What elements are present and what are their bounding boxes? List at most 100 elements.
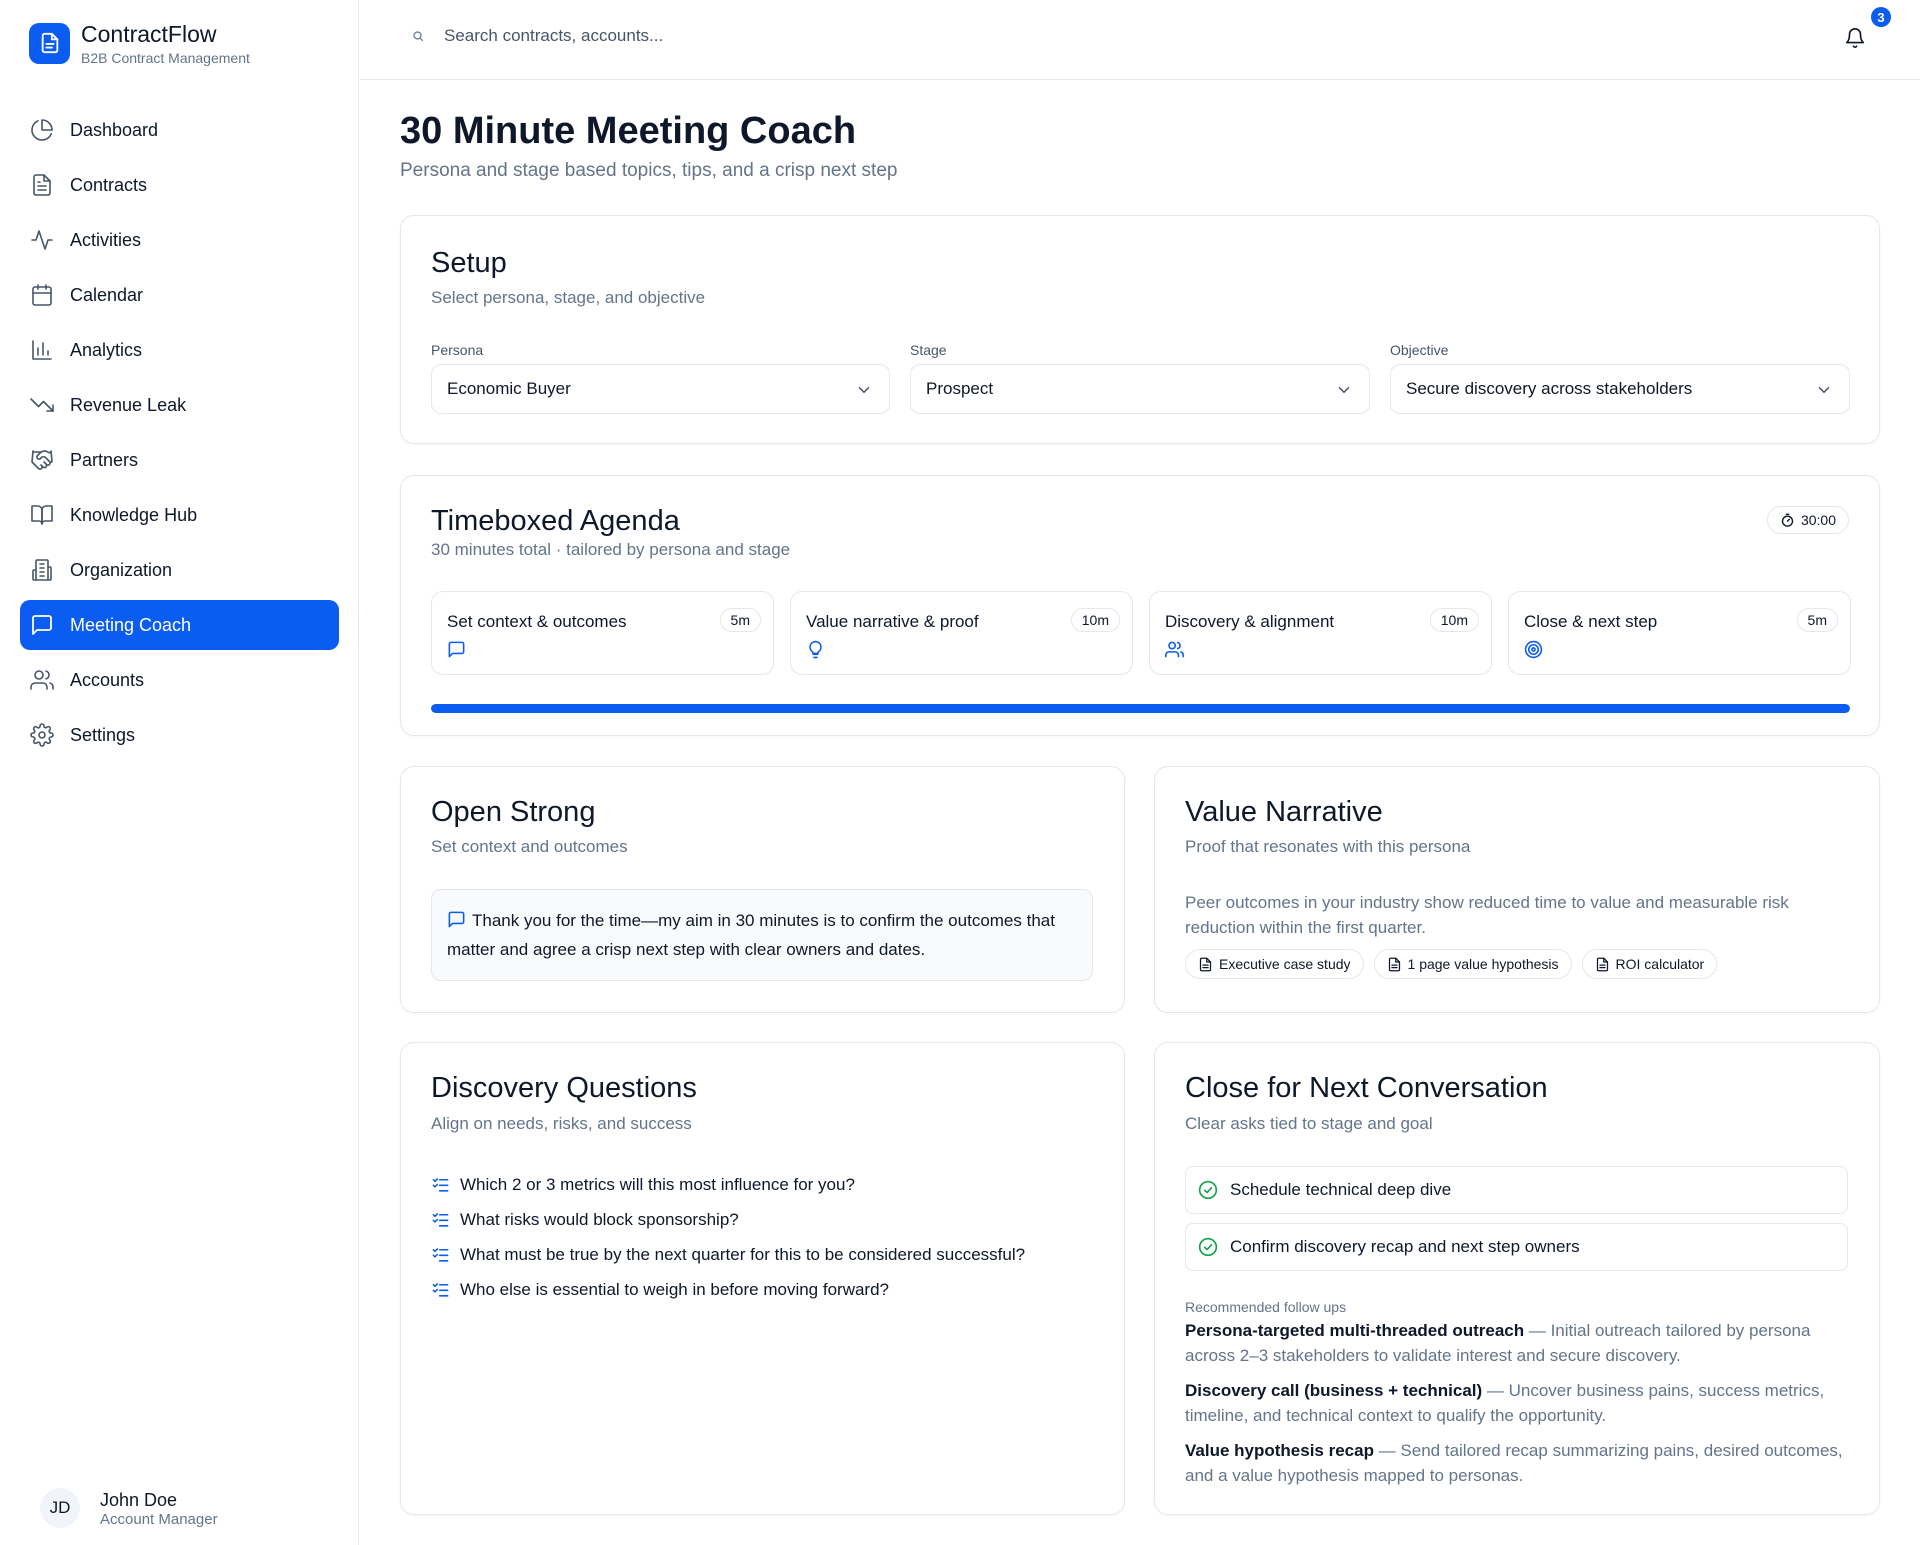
sidebar-item-accounts[interactable]: Accounts: [20, 655, 339, 705]
users-icon: [1165, 640, 1184, 659]
search-bar[interactable]: Search contracts, accounts...: [412, 26, 663, 46]
open-strong-card: Open Strong Set context and outcomes Tha…: [400, 766, 1125, 1013]
value-narrative-title: Value Narrative: [1185, 796, 1383, 828]
chevron-down-icon: [855, 381, 873, 399]
lightbulb-icon: [806, 640, 825, 659]
sidebar-item-contracts[interactable]: Contracts: [20, 160, 339, 210]
ask-item[interactable]: Confirm discovery recap and next step ow…: [1185, 1223, 1848, 1271]
setup-card: Setup Select persona, stage, and objecti…: [400, 215, 1880, 444]
ask-text: Schedule technical deep dive: [1230, 1180, 1452, 1199]
sidebar-item-label: Dashboard: [70, 119, 159, 140]
timer-value: 30:00: [1800, 512, 1836, 528]
agenda-item-duration: 10m: [1429, 608, 1479, 632]
setup-subtitle: Select persona, stage, and objective: [431, 288, 706, 307]
sidebar-item-label: Analytics: [70, 339, 143, 360]
agenda-item-context[interactable]: Set context & outcomes 5m: [431, 591, 774, 675]
document-icon: [1388, 957, 1400, 971]
sidebar: ContractFlow B2B Contract Management Das…: [0, 0, 359, 1545]
agenda-progress-bar: [431, 704, 1850, 713]
sidebar-item-label: Meeting Coach: [70, 614, 192, 635]
sidebar-item-knowledge-hub[interactable]: Knowledge Hub: [20, 490, 339, 540]
setup-title: Setup: [431, 247, 507, 279]
document-icon: [1199, 957, 1212, 971]
document-icon: [1596, 957, 1608, 971]
check-circle-icon: [1198, 1237, 1218, 1257]
sidebar-item-partners[interactable]: Partners: [20, 435, 339, 485]
persona-select[interactable]: Economic Buyer: [431, 364, 890, 414]
list-item: What risks would block sponsorship?: [431, 1202, 1025, 1237]
document-icon: [30, 173, 54, 197]
persona-value: Economic Buyer: [447, 379, 571, 398]
objective-label: Objective: [1390, 342, 1449, 358]
sidebar-item-settings[interactable]: Settings: [20, 710, 339, 760]
sidebar-item-label: Settings: [70, 724, 136, 745]
question-text: What must be true by the next quarter fo…: [460, 1244, 1026, 1264]
check-circle-icon: [1198, 1180, 1218, 1200]
page-subtitle: Persona and stage based topics, tips, an…: [400, 160, 898, 181]
sidebar-item-calendar[interactable]: Calendar: [20, 270, 339, 320]
opening-script: Thank you for the time—my aim in 30 minu…: [431, 889, 1093, 981]
agenda-card: Timeboxed Agenda 30 minutes total · tail…: [400, 475, 1880, 736]
opening-script-text: Thank you for the time—my aim in 30 minu…: [447, 911, 1055, 959]
asset-chip-label: ROI calculator: [1615, 956, 1705, 972]
gear-icon: [30, 723, 54, 747]
stage-select[interactable]: Prospect: [910, 364, 1370, 414]
search-icon: [412, 30, 424, 42]
notification-badge: 3: [1871, 7, 1891, 27]
open-strong-subtitle: Set context and outcomes: [431, 837, 628, 856]
agenda-item-close[interactable]: Close & next step 5m: [1508, 591, 1851, 675]
list-item: What must be true by the next quarter fo…: [431, 1237, 1025, 1272]
list-item: Who else is essential to weigh in before…: [431, 1272, 1025, 1307]
sidebar-item-activities[interactable]: Activities: [20, 215, 339, 265]
value-narrative-body: Peer outcomes in your industry show redu…: [1185, 893, 1789, 937]
user-profile[interactable]: JD John Doe Account Manager: [40, 1488, 218, 1528]
agenda-item-label: Value narrative & proof: [806, 612, 979, 631]
followup-title: Persona-targeted multi-threaded outreach: [1185, 1321, 1525, 1340]
calendar-icon: [30, 283, 54, 307]
stage-label: Stage: [910, 342, 947, 358]
sidebar-item-meeting-coach[interactable]: Meeting Coach: [20, 600, 339, 650]
asset-chip-label: Executive case study: [1219, 956, 1351, 972]
sidebar-item-label: Contracts: [70, 174, 148, 195]
objective-select[interactable]: Secure discovery across stakeholders: [1390, 364, 1850, 414]
list-checks-icon: [432, 1178, 449, 1192]
value-narrative-card: Value Narrative Proof that resonates wit…: [1154, 766, 1880, 1013]
asset-chip[interactable]: ROI calculator: [1581, 949, 1718, 979]
followup-item: Value hypothesis recap — Send tailored r…: [1185, 1438, 1845, 1488]
agenda-item-value[interactable]: Value narrative & proof 10m: [790, 591, 1133, 675]
asset-chip[interactable]: Executive case study: [1185, 949, 1364, 979]
agenda-item-discovery[interactable]: Discovery & alignment 10m: [1149, 591, 1492, 675]
document-icon: [29, 22, 70, 64]
stage-value: Prospect: [926, 379, 994, 398]
search-input[interactable]: Search contracts, accounts...: [444, 26, 663, 46]
objective-value: Secure discovery across stakeholders: [1406, 379, 1693, 398]
followup-title: Discovery call (business + technical): [1185, 1381, 1483, 1400]
sidebar-item-label: Accounts: [70, 669, 145, 690]
bell-icon[interactable]: [1844, 27, 1868, 51]
asset-chips: Executive case study 1 page value hypoth…: [1185, 949, 1727, 979]
open-strong-title: Open Strong: [431, 796, 596, 828]
message-square-icon: [447, 640, 466, 659]
pie-chart-icon: [30, 118, 54, 142]
target-icon: [1524, 640, 1543, 659]
page-title: 30 Minute Meeting Coach: [400, 110, 857, 152]
ask-item[interactable]: Schedule technical deep dive: [1185, 1166, 1848, 1214]
sidebar-item-analytics[interactable]: Analytics: [20, 325, 339, 375]
sidebar-item-dashboard[interactable]: Dashboard: [20, 105, 339, 155]
chevron-down-icon: [1815, 381, 1833, 399]
followup-title: Value hypothesis recap: [1185, 1441, 1374, 1460]
question-text: Who else is essential to weigh in before…: [460, 1279, 889, 1299]
sidebar-item-organization[interactable]: Organization: [20, 545, 339, 595]
question-list: Which 2 or 3 metrics will this most infl…: [431, 1167, 1025, 1307]
asset-chip[interactable]: 1 page value hypothesis: [1373, 949, 1572, 979]
handshake-icon: [30, 448, 54, 472]
brand[interactable]: ContractFlow B2B Contract Management: [29, 20, 250, 66]
asset-chip-label: 1 page value hypothesis: [1407, 956, 1559, 972]
list-checks-icon: [432, 1283, 449, 1297]
agenda-title: Timeboxed Agenda: [431, 505, 680, 537]
agenda-item-duration: 10m: [1070, 608, 1120, 632]
sidebar-item-revenue-leak[interactable]: Revenue Leak: [20, 380, 339, 430]
list-checks-icon: [432, 1213, 449, 1227]
timer-icon: [1781, 513, 1794, 527]
agenda-progress-fill: [431, 704, 1850, 713]
